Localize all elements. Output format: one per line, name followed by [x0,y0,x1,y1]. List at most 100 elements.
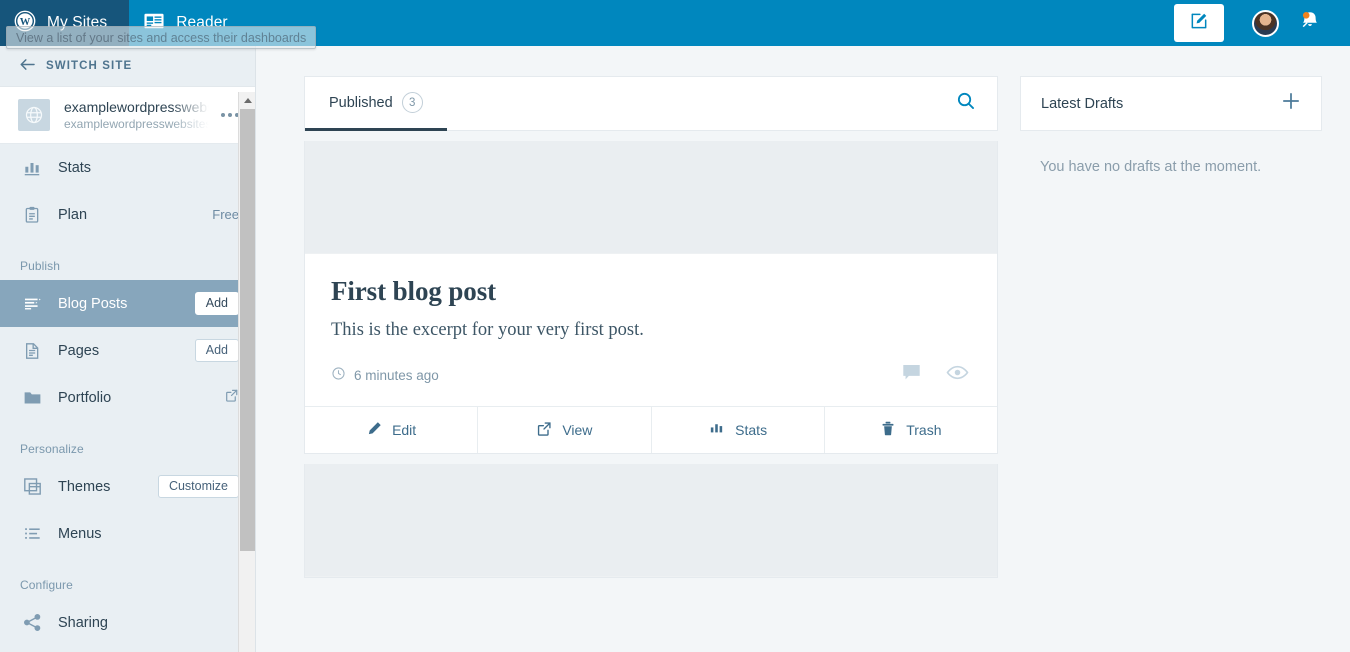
sidebar-item-blog-posts-label: Blog Posts [58,295,128,312]
sidebar-item-portfolio-label: Portfolio [58,389,112,406]
sidebar-item-themes-label: Themes [58,478,111,495]
tab-published-count: 3 [401,92,423,113]
plus-icon [1280,90,1302,117]
post-status-tabbar: Published 3 [304,76,998,131]
post-action-stats[interactable]: Stats [652,407,825,453]
site-text: examplewordpresswebsite examplewordpress… [64,99,213,132]
search-icon [955,90,977,117]
post-date-label: 6 minutes ago [354,367,439,383]
avatar [1251,9,1279,37]
latest-drafts-header: Latest Drafts [1020,76,1322,131]
bar-chart-icon [20,158,44,178]
sidebar-scrollbar[interactable] [238,92,255,652]
write-post-button[interactable] [1174,4,1224,42]
my-sites-tooltip: View a list of your sites and access the… [6,26,317,49]
post-views-button[interactable] [946,364,969,386]
drafts-column: Latest Drafts You have no drafts at the … [1020,76,1322,578]
bar-chart-icon [708,420,725,440]
scrollbar-thumb[interactable] [240,109,255,551]
search-posts-button[interactable] [935,77,997,130]
content-row: Published 3 First blog post This is the … [274,46,1350,578]
menu-list-icon [20,523,44,544]
sidebar-group-publish-label: Publish [20,259,61,273]
sidebar-item-sharing[interactable]: Sharing [0,599,255,646]
arrow-left-icon [20,58,35,74]
masthead-actions [1174,0,1350,46]
tab-published[interactable]: Published 3 [305,77,447,131]
site-title: examplewordpresswebsite [64,98,213,115]
post-featured-image-placeholder [305,464,997,577]
post-featured-image-placeholder [305,141,997,254]
post-card[interactable]: First blog post This is the excerpt for … [304,141,998,454]
post-excerpt: This is the excerpt for your very first … [331,320,644,340]
masthead-spacer [250,0,1174,46]
post-meta-row: 6 minutes ago [331,362,971,406]
tabbar-spacer [447,77,935,130]
post-action-stats-label: Stats [735,422,768,438]
sidebar-item-themes[interactable]: Themes Customize [0,463,255,510]
post-card[interactable] [304,464,998,578]
comment-bubble-icon [901,362,922,388]
share-nodes-icon [20,612,44,633]
post-title[interactable]: First blog post [331,276,971,307]
posts-column: Published 3 First blog post This is the … [304,76,998,578]
external-link-icon [536,421,552,440]
sidebar-item-blog-posts[interactable]: Blog Posts Add [0,280,255,327]
sidebar-item-plan-label: Plan [58,206,88,223]
trash-icon [880,420,896,440]
folder-icon [20,387,44,408]
post-action-edit[interactable]: Edit [305,407,479,453]
sidebar-item-stats[interactable]: Stats [0,144,255,191]
sidebar-group-personalize-label: Personalize [20,442,84,456]
latest-drafts-empty-text: You have no drafts at the moment. [1040,159,1262,175]
main-content: Published 3 First blog post This is the … [274,46,1350,652]
post-action-edit-label: Edit [392,422,417,438]
sidebar-item-stats-label: Stats [58,159,92,176]
current-site-card[interactable]: examplewordpresswebsite examplewordpress… [0,87,255,144]
tab-published-label: Published [329,94,393,111]
sidebar-item-menus[interactable]: Menus [0,510,255,557]
ellipsis-icon [221,113,225,117]
sidebar-item-pages-label: Pages [58,342,100,359]
clipboard-icon [20,205,44,225]
sidebar-item-pages[interactable]: Pages Add [0,327,255,374]
scroll-up-arrow-icon[interactable] [239,92,255,108]
globe-site-icon [18,99,50,131]
clock-icon [331,366,346,384]
ellipsis-icon [228,113,232,117]
sidebar-item-plan[interactable]: Plan Free [0,191,255,238]
eye-icon [946,364,969,386]
site-subtitle: examplewordpresswebsitesite [64,116,213,131]
sidebar-item-sharing-label: Sharing [58,614,108,631]
user-avatar-button[interactable] [1242,0,1288,46]
switch-site-button[interactable]: SWITCH SITE [0,46,255,87]
sidebar-group-configure-label: Configure [20,578,73,592]
add-draft-button[interactable] [1279,92,1303,116]
customize-theme-button[interactable]: Customize [157,474,239,499]
post-meta-icons [901,362,971,388]
post-comments-button[interactable] [901,362,922,388]
notifications-button[interactable] [1288,0,1332,46]
page-document-icon [20,341,44,361]
sidebar-item-menus-label: Menus [58,525,102,542]
post-body: First blog post This is the excerpt for … [305,254,997,406]
posts-lines-icon [20,293,44,314]
sidebar-item-portfolio[interactable]: Portfolio [0,374,255,421]
add-page-button[interactable]: Add [194,338,239,363]
post-date[interactable]: 6 minutes ago [331,366,439,384]
notification-bell-icon [1298,9,1322,38]
post-action-trash-label: Trash [906,422,942,438]
latest-drafts-title: Latest Drafts [1041,95,1124,112]
external-link-icon [224,388,239,408]
post-actions: Edit View Stats Trash [305,406,997,453]
add-blog-post-button[interactable]: Add [194,291,239,316]
write-pencil-icon [1189,11,1209,36]
post-action-trash[interactable]: Trash [825,407,997,453]
themes-layout-icon [20,476,44,497]
plan-tier-label: Free [212,207,239,222]
sidebar: SWITCH SITE examplewordpresswebsite exam… [0,46,256,652]
post-action-view[interactable]: View [478,407,652,453]
switch-site-label: SWITCH SITE [46,60,133,72]
pencil-icon [366,421,382,440]
post-action-view-label: View [562,422,593,438]
